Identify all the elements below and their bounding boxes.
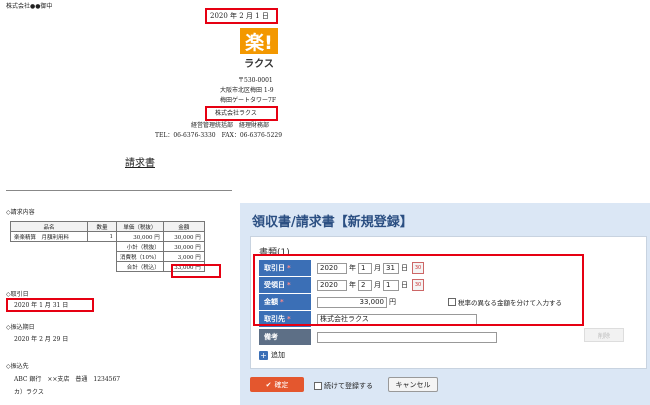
continue-checkbox[interactable]: [314, 382, 322, 390]
highlight-total: [171, 264, 221, 278]
issuer-phone: TEL：06-6376-3330 FAX：06-6376-5229: [155, 132, 283, 139]
tax-row: 消費税（10%） 3,000 円: [11, 251, 205, 262]
continue-label: 続けて登録する: [324, 382, 373, 390]
memo-row: 備考: [259, 329, 589, 345]
divider: [6, 190, 232, 191]
header-qty: 数量: [87, 221, 117, 232]
section-bank: ◇振込先: [6, 363, 29, 370]
logo-mark: 楽!: [240, 28, 278, 54]
subtotal-label: 小計（税抜）: [116, 241, 164, 252]
check-icon: ✔: [265, 380, 272, 389]
subtotal-row: 小計（税抜） 30,000 円: [11, 241, 205, 252]
plus-icon: +: [259, 350, 268, 360]
address-line-1: 大阪市北区梅田 1-9: [220, 87, 274, 94]
header-amount: 金額: [162, 221, 205, 232]
cell-qty: 1: [87, 231, 117, 242]
highlight-transaction-date: [6, 298, 94, 312]
memo-input[interactable]: [317, 331, 497, 343]
cell-amount: 30,000 円: [162, 231, 205, 242]
total-label: 合計（税込）: [116, 261, 164, 272]
section-items: ◇請求内容: [6, 209, 35, 216]
cell-unit-price: 30,000 円: [116, 231, 164, 242]
postal-code: 〒530-0001: [238, 77, 273, 84]
table-header-row: 品名 数量 単価（税抜） 金額: [10, 221, 205, 232]
tax-value: 3,000 円: [162, 251, 205, 262]
header-item: 品名: [10, 221, 88, 232]
continue-option[interactable]: 続けて登録する: [314, 381, 373, 391]
issuer-department: 経営管理統括部 経理財務部: [191, 122, 270, 129]
addressee: 株式会社●●御中: [6, 3, 53, 10]
cell-item: 楽楽精算 月額利用料: [10, 231, 88, 242]
highlight-invoice-date: [205, 8, 278, 24]
confirm-button[interactable]: ✔ 確定: [250, 377, 304, 392]
subtotal-value: 30,000 円: [162, 241, 205, 252]
highlight-issuer: [205, 106, 278, 121]
memo-label: 備考: [259, 329, 311, 345]
delete-button[interactable]: 削除: [584, 328, 624, 342]
bank-info: ABC 銀行 ××支店 普通 1234567: [14, 376, 121, 383]
section-due-date: ◇振込期日: [6, 324, 35, 331]
table-row: 楽楽精算 月額利用料 1 30,000 円 30,000 円: [10, 231, 205, 242]
highlight-form-fields: [253, 254, 584, 326]
due-date: 2020 年 2 月 29 日: [14, 336, 69, 343]
logo-text: ラクス: [244, 59, 274, 70]
tax-label: 消費税（10%）: [116, 251, 164, 262]
account-name: カ）ラクス: [14, 389, 44, 396]
add-document-link[interactable]: + 追加: [259, 350, 285, 360]
document-title: 請求書: [125, 158, 155, 169]
header-unit-price: 単価（税抜）: [116, 221, 164, 232]
cancel-button[interactable]: キャンセル: [388, 377, 438, 392]
add-label: 追加: [271, 351, 285, 359]
address-line-2: 梅田ゲートタワー7F: [220, 97, 276, 104]
form-title: 領収書/請求書【新規登録】: [252, 215, 413, 230]
company-logo: 楽! ラクス: [240, 28, 278, 70]
